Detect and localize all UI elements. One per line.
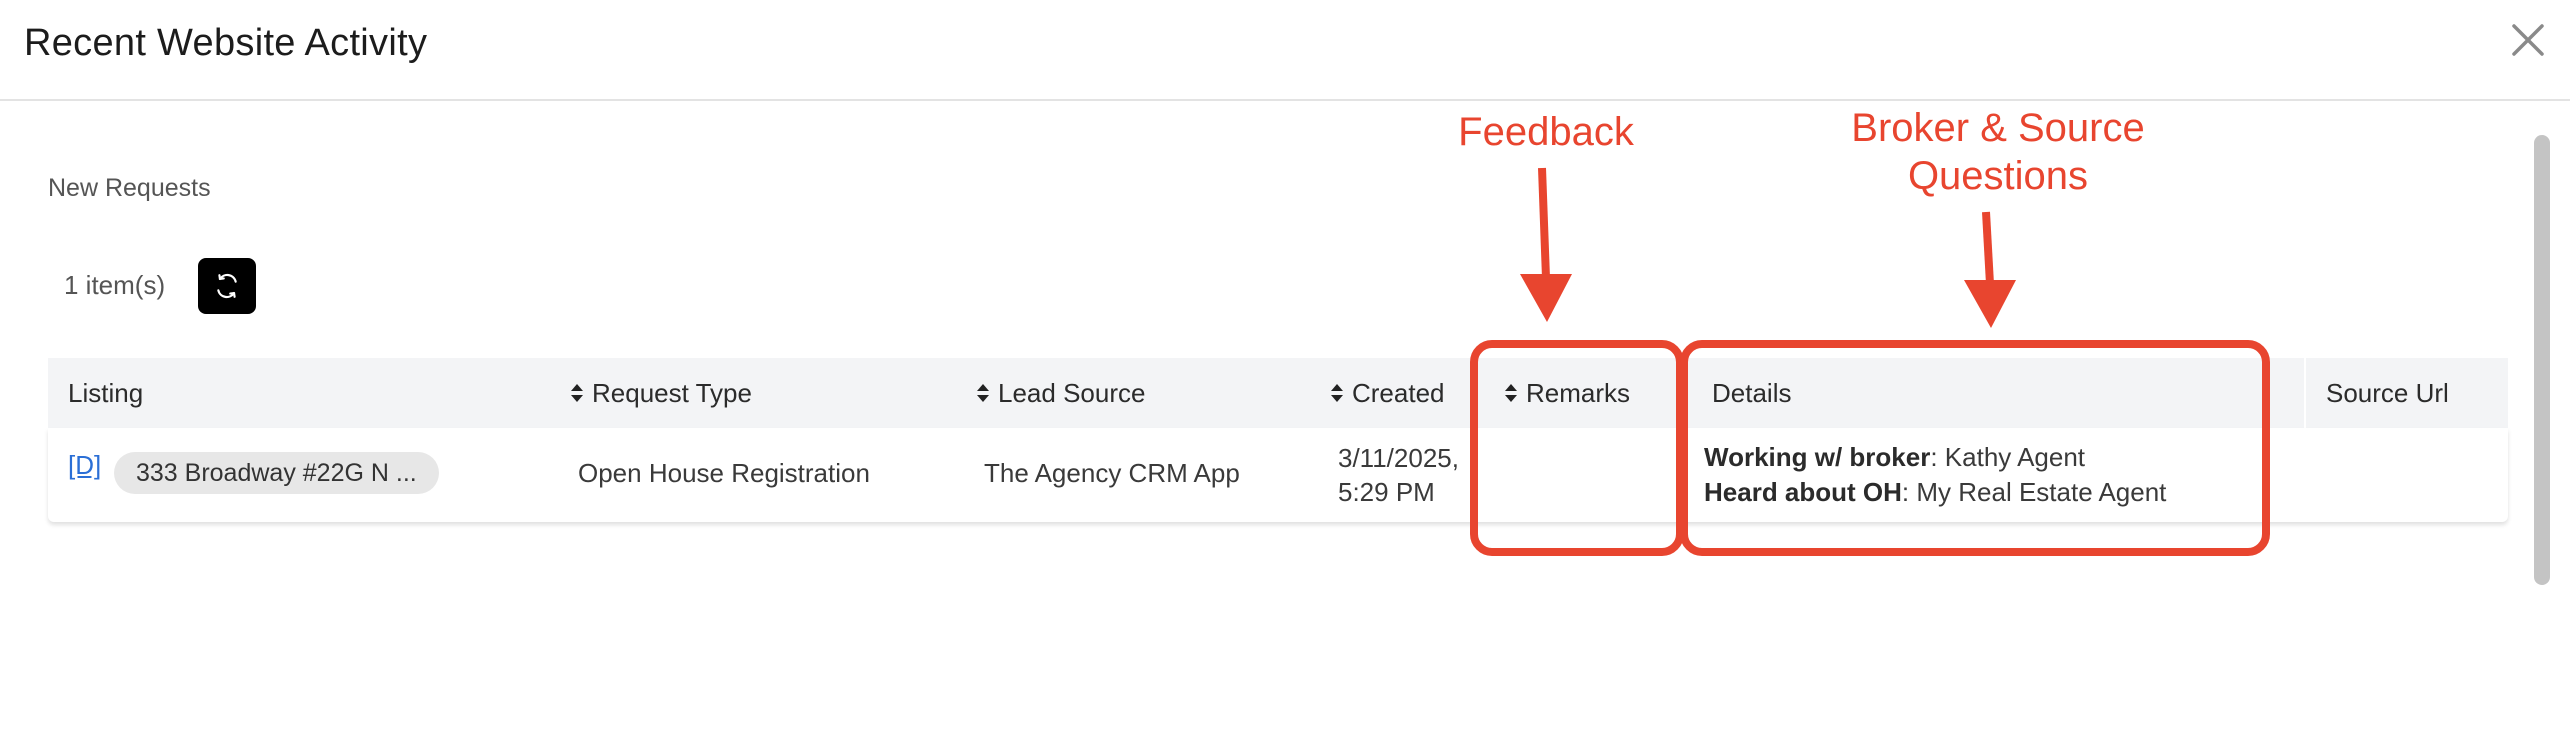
- annotation-box-details: [1680, 340, 2270, 556]
- arrow-icon: [1520, 167, 1572, 322]
- annotation-box-remarks: [1470, 340, 1684, 556]
- scrollbar-thumb[interactable]: [2534, 135, 2550, 585]
- arrow-icon: [1964, 211, 2016, 328]
